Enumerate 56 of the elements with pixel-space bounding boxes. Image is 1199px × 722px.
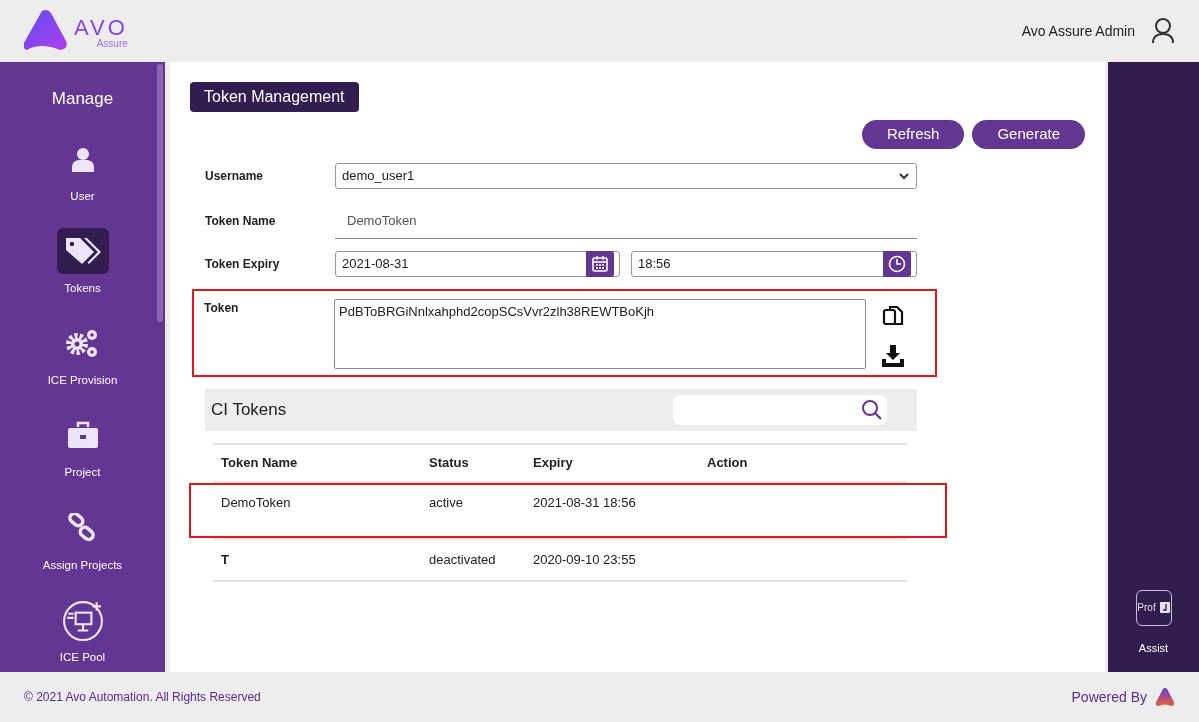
product-name: Assure bbox=[95, 39, 128, 49]
download-icon bbox=[882, 344, 904, 367]
action-button[interactable]: Refresh bbox=[861, 120, 965, 149]
page-title: Token Management bbox=[190, 82, 359, 112]
person-icon bbox=[70, 145, 95, 172]
clock-icon bbox=[888, 255, 906, 273]
field-label: Token bbox=[204, 300, 240, 317]
user-icon bbox=[1151, 17, 1175, 45]
copy-icon bbox=[882, 304, 904, 327]
gears-icon bbox=[65, 327, 100, 359]
briefcase-icon bbox=[66, 421, 99, 450]
chat-icon bbox=[1159, 602, 1170, 613]
logo-mark-icon bbox=[24, 9, 70, 53]
powered-by-text: Powered By bbox=[1071, 687, 1147, 707]
field-label: Token Name bbox=[205, 212, 277, 230]
time-field[interactable]: 18:56 bbox=[631, 251, 917, 277]
table-cell-text: 2020-09-10 23:55 bbox=[533, 551, 637, 569]
monitor-pool-icon bbox=[61, 598, 104, 641]
table-cell-text: active bbox=[429, 493, 464, 512]
section-title: CI Tokens bbox=[211, 399, 287, 422]
token-textarea[interactable]: PdBToBRGiNnlxahphd2copSCsVvr2zlh38REWTBoKjh bbox=[334, 299, 866, 369]
logo-mark-icon bbox=[1155, 687, 1175, 707]
user-name: Avo Assure Admin bbox=[1021, 21, 1135, 41]
copy-button[interactable] bbox=[882, 303, 904, 327]
table-cell-text: T bbox=[221, 551, 230, 569]
sidebar-item[interactable]: ICE Pool bbox=[56, 596, 109, 666]
sidebar-title: Manage bbox=[51, 88, 114, 110]
column-header: Token Name bbox=[221, 454, 299, 472]
sidebar-item[interactable]: ICE Provision bbox=[47, 320, 118, 390]
table-cell-text: 2021-08-31 18:56 bbox=[533, 493, 637, 512]
username-select[interactable]: demo_user1 bbox=[335, 162, 917, 189]
sidebar-item[interactable]: Project bbox=[56, 412, 109, 482]
scrollbar-thumb[interactable] bbox=[157, 64, 163, 322]
table-cell-text: deactivated bbox=[429, 551, 497, 569]
table-cell-text: DemoToken bbox=[221, 493, 292, 512]
sidebar-item[interactable]: User bbox=[56, 135, 109, 205]
search-field[interactable] bbox=[673, 395, 887, 425]
field-label: Username bbox=[205, 167, 265, 185]
logo[interactable]: AVO Assure bbox=[24, 9, 128, 53]
download-button[interactable] bbox=[882, 343, 904, 367]
token-name-field[interactable]: DemoToken bbox=[335, 202, 917, 239]
action-button[interactable]: Generate bbox=[972, 120, 1085, 149]
copyright-text: © 2021 Avo Automation. All Rights Reserved bbox=[24, 689, 261, 706]
chain-link-icon bbox=[67, 512, 98, 543]
date-field[interactable]: 2021-08-31 bbox=[335, 251, 620, 277]
brand-name: AVO bbox=[74, 17, 128, 39]
prof-badge[interactable]: Prof bbox=[1135, 589, 1172, 626]
column-header: Status bbox=[429, 454, 470, 472]
search-icon bbox=[861, 399, 883, 421]
calendar-icon bbox=[591, 255, 609, 273]
assist-label: Assist bbox=[1138, 640, 1169, 656]
column-header: Action bbox=[707, 454, 749, 472]
field-label: Token Expiry bbox=[205, 256, 281, 273]
sidebar-item[interactable]: Assign Projects bbox=[42, 504, 123, 574]
column-header: Expiry bbox=[533, 454, 574, 472]
chevron-down-icon bbox=[898, 170, 910, 181]
